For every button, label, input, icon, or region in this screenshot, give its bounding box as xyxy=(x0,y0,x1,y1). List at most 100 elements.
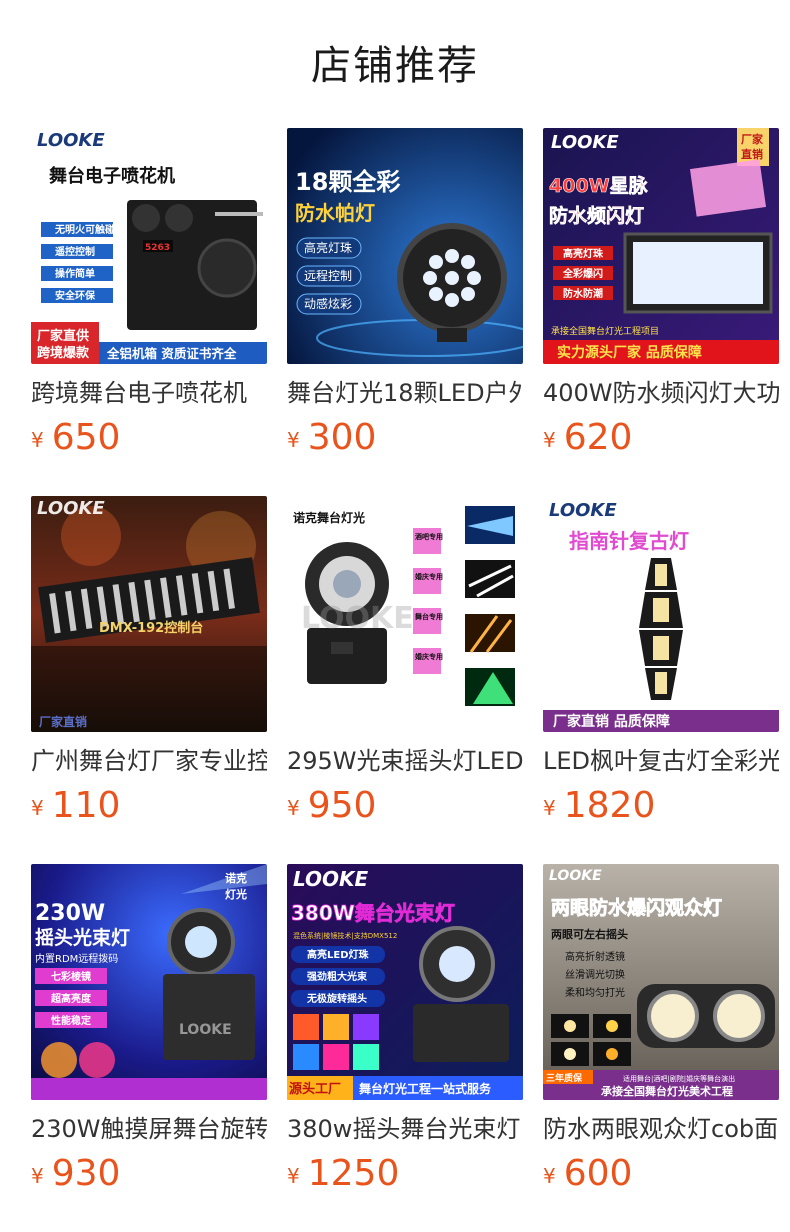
price-amount: 930 xyxy=(51,1153,121,1194)
image-subline: 内置RDM远程拨码 xyxy=(35,952,118,965)
brand-logo: LOOKE xyxy=(37,498,105,519)
product-price: ¥650 xyxy=(31,416,120,460)
brand-logo: LOOKE xyxy=(549,868,602,884)
product-title[interactable]: LED枫叶复古灯全彩光 xyxy=(543,745,779,777)
price-amount: 620 xyxy=(563,417,633,458)
image-subline: 混色系统|棱镜技术|支持DMX512 xyxy=(293,931,397,940)
page-title: 店铺推荐 xyxy=(311,43,479,89)
image-headline: 18颗全彩 xyxy=(295,168,400,196)
image-strip: 全铝机箱 资质证书齐全 xyxy=(106,346,237,361)
brand-logo: LOOKE xyxy=(549,500,617,521)
image-headline: 指南针复古灯 xyxy=(569,529,689,553)
product-image[interactable]: 诺克舞台灯光 LOOKE 酒吧专用 婚庆专用 舞台专用 婚庆专用 xyxy=(287,496,523,732)
product-image[interactable]: LOOKE 舞台电子喷花机 无明火可触碰 遥控控制 操作简单 安全环保 5263… xyxy=(31,128,267,364)
currency-symbol: ¥ xyxy=(543,1164,556,1188)
currency-symbol: ¥ xyxy=(287,1164,300,1188)
currency-symbol: ¥ xyxy=(543,796,556,820)
corner-badge: 厂家 xyxy=(741,132,764,146)
image-headline: 摇头光束灯 xyxy=(35,926,130,949)
image-headline: 两眼防水爆闪观众灯 xyxy=(551,896,722,919)
currency-symbol: ¥ xyxy=(31,1164,44,1188)
feature-label: 无明火可触碰 xyxy=(54,223,115,236)
feature-label: 安全环保 xyxy=(55,289,96,302)
image-headline: 防水频闪灯 xyxy=(549,204,644,227)
product-title[interactable]: 广州舞台灯厂家专业控台 xyxy=(31,745,267,777)
console-label: DMX-192控制台 xyxy=(99,620,203,636)
product-image[interactable]: LOOKE 两眼防水爆闪观众灯 两眼可左右摇头 高亮折射透镜 丝滑调光切换 柔和… xyxy=(543,864,779,1100)
currency-symbol: ¥ xyxy=(287,428,300,452)
corner-badge: 灯光 xyxy=(225,887,247,901)
product-image[interactable]: 诺克 灯光 230W 摇头光束灯 内置RDM远程拨码 七彩棱镜 超高亮度 性能稳… xyxy=(31,864,267,1100)
price-amount: 650 xyxy=(51,417,121,458)
product-price: ¥620 xyxy=(543,416,632,460)
price-amount: 600 xyxy=(563,1153,633,1194)
tag-label: 酒吧专用 xyxy=(415,532,443,541)
product-image[interactable]: 18颗全彩 防水帕灯 高亮灯珠 远程控制 动感炫彩 xyxy=(287,128,523,364)
product-image[interactable]: LOOKE 指南针复古灯 厂家直销 品质保障 xyxy=(543,496,779,732)
tag-label: 舞台专用 xyxy=(415,612,443,621)
feature-label: 遥控控制 xyxy=(55,245,95,258)
product-title[interactable]: 400W防水频闪灯大功率 xyxy=(543,377,779,409)
image-headline: 230W xyxy=(35,901,105,926)
product-image[interactable]: LOOKE 380W舞台光束灯 混色系统|棱镜技术|支持DMX512 高亮LED… xyxy=(287,864,523,1100)
image-headline: 防水帕灯 xyxy=(295,201,375,225)
image-headline: 舞台电子喷花机 xyxy=(49,165,175,187)
tag-label: 婚庆专用 xyxy=(415,572,443,581)
image-strip: 实力源头厂家 品质保障 xyxy=(557,344,702,361)
feature-label: 强劲粗大光束 xyxy=(307,970,368,983)
feature-label: 无极旋转摇头 xyxy=(306,992,367,1005)
product-title[interactable]: 防水两眼观众灯cob面光 xyxy=(543,1113,779,1145)
product-price: ¥300 xyxy=(287,416,376,460)
price-amount: 300 xyxy=(307,417,377,458)
product-title[interactable]: 舞台灯光18颗LED户外 xyxy=(287,377,523,409)
brand-logo: LOOKE xyxy=(293,867,369,891)
badge-line: 厂家直供 xyxy=(37,328,89,344)
feature-label: 性能稳定 xyxy=(50,1014,91,1027)
product-title[interactable]: 230W触摸屏舞台旋转 xyxy=(31,1113,267,1145)
feature-label: 操作简单 xyxy=(55,267,95,280)
feature-label: 远程控制 xyxy=(304,268,352,283)
feature-label: 防水防潮 xyxy=(563,287,603,300)
product-price: ¥600 xyxy=(543,1152,632,1196)
feature-label: 高亮灯珠 xyxy=(563,247,604,260)
feature-label: 超高亮度 xyxy=(50,992,92,1005)
image-note: 承接全国舞台灯光工程项目 xyxy=(551,325,659,337)
product-price: ¥1250 xyxy=(287,1152,399,1196)
tag-label: 婚庆专用 xyxy=(415,652,443,661)
image-strip: 厂家直销 品质保障 xyxy=(553,713,670,730)
image-subline: 两眼可左右摇头 xyxy=(551,927,628,941)
badge: 三年质保 xyxy=(546,1072,583,1084)
currency-symbol: ¥ xyxy=(31,796,44,820)
image-strip: 舞台灯光工程一站式服务 xyxy=(358,1081,492,1096)
image-footer: 厂家直销 xyxy=(39,714,87,729)
product-image[interactable]: LOOKE DMX-192控制台 厂家直销 xyxy=(31,496,267,732)
feature-label: 七彩棱镜 xyxy=(51,970,91,983)
image-strip: 源头工厂 xyxy=(289,1081,341,1097)
display-readout: 5263 xyxy=(145,243,170,253)
watermark: LOOKE xyxy=(179,1022,232,1038)
watermark: LOOKE xyxy=(301,601,414,636)
feature-label: 全彩爆闪 xyxy=(562,267,603,280)
corner-badge: 诺克 xyxy=(225,871,247,885)
product-title[interactable]: 跨境舞台电子喷花机 xyxy=(31,377,267,409)
feature-label: 高亮LED灯珠 xyxy=(307,948,370,961)
image-note: 承接全国舞台灯光美术工程 xyxy=(601,1084,733,1098)
product-title[interactable]: 295W光束摇头灯LED xyxy=(287,745,523,777)
feature-label: 丝滑调光切换 xyxy=(565,968,625,981)
feature-label: 高亮灯珠 xyxy=(304,240,352,255)
product-price: ¥1820 xyxy=(543,784,655,828)
badge-line: 跨境爆款 xyxy=(37,345,90,361)
corner-badge: 直销 xyxy=(741,147,763,161)
product-price: ¥110 xyxy=(31,784,120,828)
product-price: ¥930 xyxy=(31,1152,120,1196)
brand-logo: LOOKE xyxy=(37,130,105,151)
price-amount: 1250 xyxy=(307,1153,400,1194)
brand-logo: LOOKE xyxy=(551,132,619,153)
product-image[interactable]: LOOKE 厂家 直销 400W星脉 防水频闪灯 高亮灯珠 全彩爆闪 防水防潮 … xyxy=(543,128,779,364)
price-amount: 1820 xyxy=(563,785,656,826)
currency-symbol: ¥ xyxy=(31,428,44,452)
feature-label: 动感炫彩 xyxy=(304,296,352,311)
product-title[interactable]: 380w摇头舞台光束灯 xyxy=(287,1113,523,1145)
currency-symbol: ¥ xyxy=(287,796,300,820)
product-price: ¥950 xyxy=(287,784,376,828)
